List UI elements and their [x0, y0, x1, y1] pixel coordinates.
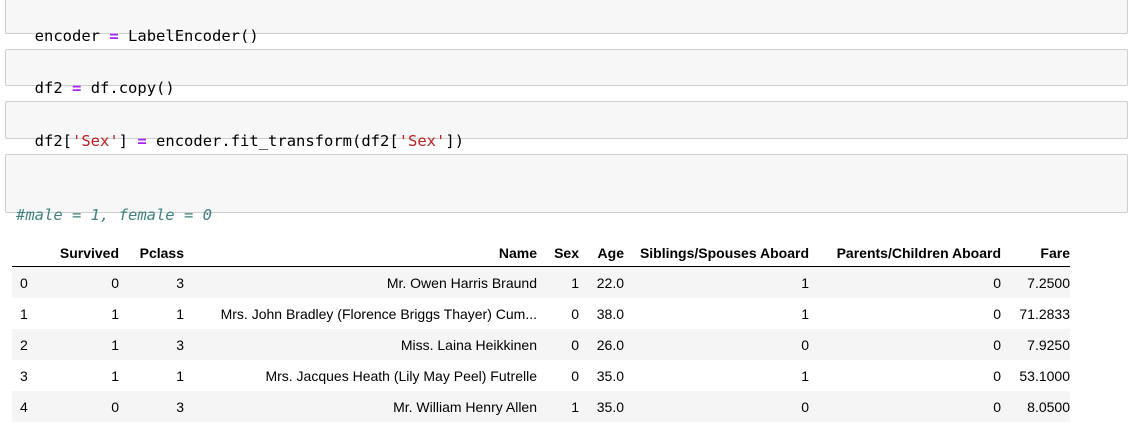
code-token: LabelEncoder() [128, 27, 259, 45]
row-index: 2 [20, 336, 28, 353]
string-token: 'Sex' [72, 132, 119, 150]
column-header-fare: Fare [1001, 239, 1070, 267]
row-index: 1 [20, 305, 28, 322]
cell-age: 35.0 [596, 398, 624, 415]
code-token: df2 [34, 79, 63, 97]
cell-parents: 0 [993, 274, 1001, 291]
cell-pclass: 3 [176, 274, 184, 291]
table-row: 0 0 3 Mr. Owen Harris Braund 1 22.0 1 0 … [12, 266, 1070, 298]
cell-name: Mrs. Jacques Heath (Lily May Peel) Futre… [265, 367, 537, 384]
cell-siblings: 1 [801, 274, 809, 291]
cell-sex: 1 [571, 398, 579, 415]
column-header-age: Age [579, 239, 624, 267]
dataframe-output: Survived Pclass Name Sex Age Siblings/Sp… [12, 239, 1070, 422]
row-index: 0 [20, 274, 28, 291]
code-token: ]) [445, 132, 465, 150]
cell-siblings: 1 [801, 367, 809, 384]
cell-survived: 0 [111, 398, 119, 415]
cell-sex: 0 [571, 305, 579, 322]
cell-siblings: 0 [801, 398, 809, 415]
cell-age: 22.0 [596, 274, 624, 291]
cell-survived: 0 [111, 274, 119, 291]
code-cell-3[interactable]: df2['Sex'] = encoder.fit_transform(df2['… [5, 101, 1128, 150]
code-token: ] [118, 132, 129, 150]
comment-line: #male = 1, female = 0 [16, 206, 212, 224]
cell-sex: 0 [571, 367, 579, 384]
table-row: 4 0 3 Mr. William Henry Allen 1 35.0 0 0… [12, 391, 1070, 422]
code-token: encoder.fit_transform(df2[ [156, 132, 399, 150]
table-row: 3 1 1 Mrs. Jacques Heath (Lily May Peel)… [12, 360, 1070, 391]
cell-fare: 71.2833 [1019, 305, 1070, 322]
cell-parents: 0 [993, 398, 1001, 415]
column-header-pclass: Pclass [119, 239, 184, 267]
table-row: 2 1 3 Miss. Laina Heikkinen 0 26.0 0 0 7… [12, 329, 1070, 360]
cell-pclass: 3 [176, 398, 184, 415]
cell-name: Miss. Laina Heikkinen [400, 336, 537, 353]
code-token: df2[ [34, 132, 72, 150]
cell-name: Mrs. John Bradley (Florence Briggs Thaye… [220, 305, 537, 322]
column-header-index [12, 239, 44, 267]
cell-fare: 53.1000 [1019, 367, 1070, 384]
table-row: 1 1 1 Mrs. John Bradley (Florence Briggs… [12, 298, 1070, 329]
operator-token: = [137, 132, 147, 150]
row-index: 3 [20, 367, 28, 384]
code-cell-1[interactable]: encoder = LabelEncoder() [5, 0, 1128, 45]
column-header-sex: Sex [537, 239, 579, 267]
cell-sex: 1 [571, 274, 579, 291]
operator-token: = [109, 27, 119, 45]
cell-pclass: 1 [176, 305, 184, 322]
operator-token: = [72, 79, 82, 97]
code-cell-4[interactable]: #male = 1, female = 0 df2.head() [5, 154, 1128, 287]
cell-parents: 0 [993, 305, 1001, 322]
cell-name: Mr. William Henry Allen [393, 398, 537, 415]
cell-name: Mr. Owen Harris Braund [386, 274, 537, 291]
column-header-siblings: Siblings/Spouses Aboard [624, 239, 809, 267]
cell-parents: 0 [993, 336, 1001, 353]
column-header-name: Name [184, 239, 537, 267]
cell-parents: 0 [993, 367, 1001, 384]
cell-survived: 1 [111, 305, 119, 322]
cell-fare: 7.2500 [1027, 274, 1070, 291]
cell-pclass: 1 [176, 367, 184, 384]
cell-fare: 7.9250 [1027, 336, 1070, 353]
cell-survived: 1 [111, 336, 119, 353]
column-header-parents: Parents/Children Aboard [809, 239, 1001, 267]
cell-survived: 1 [111, 367, 119, 384]
string-token: 'Sex' [398, 132, 446, 150]
cell-age: 35.0 [596, 367, 624, 384]
code-token: encoder [34, 27, 100, 45]
cell-siblings: 0 [801, 336, 809, 353]
cell-age: 26.0 [596, 336, 624, 353]
cell-pclass: 3 [176, 336, 184, 353]
column-header-survived: Survived [44, 239, 119, 267]
cell-sex: 0 [571, 336, 579, 353]
cell-siblings: 1 [801, 305, 809, 322]
cell-fare: 8.0500 [1027, 398, 1070, 415]
code-token: df.copy() [90, 79, 175, 97]
table-header-row: Survived Pclass Name Sex Age Siblings/Sp… [12, 239, 1070, 267]
cell-age: 38.0 [596, 305, 624, 322]
row-index: 4 [20, 398, 28, 415]
code-cell-2[interactable]: df2 = df.copy() [5, 49, 1128, 97]
